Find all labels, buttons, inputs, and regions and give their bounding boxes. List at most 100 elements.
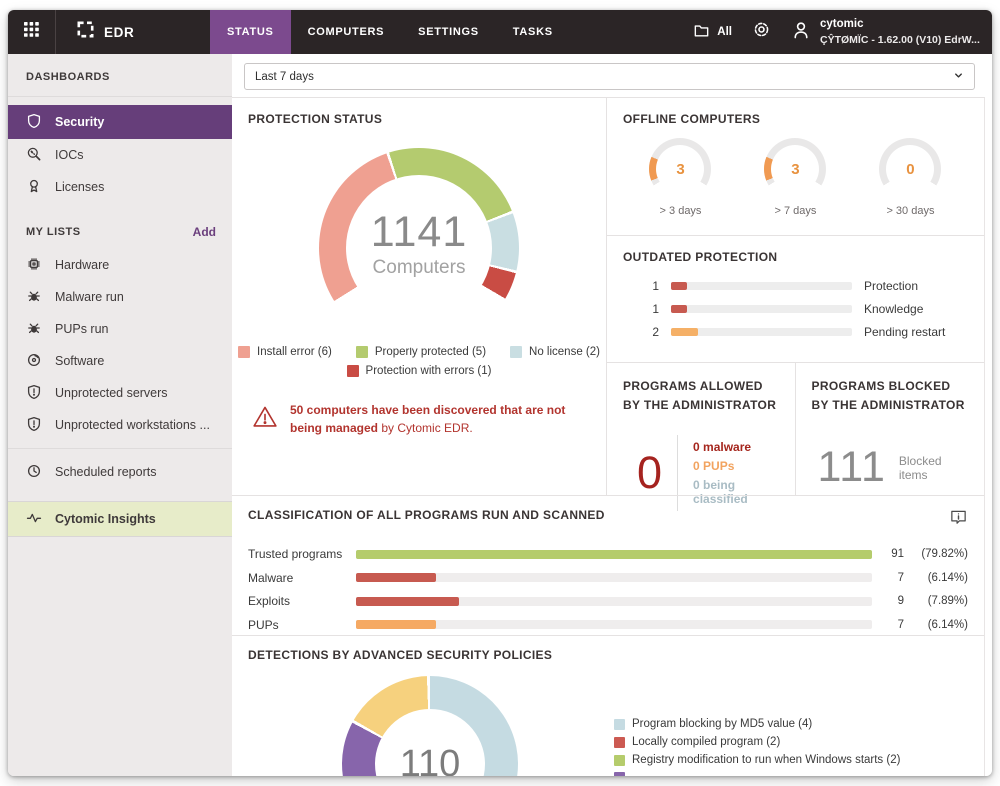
- panel-outdated-protection: OUTDATED PROTECTION 1 Protection 1 Knowl…: [607, 236, 984, 363]
- bar-row-pending-restart: 2 Pending restart: [652, 325, 946, 339]
- user-text: cytomic ÇŶTØMÏC - 1.62.00 (V10) EdrW...: [820, 17, 980, 47]
- detections-title: DETECTIONS BY ADVANCED SECURITY POLICIES: [248, 648, 553, 662]
- bar-row-trusted-programs: Trusted programs 91 (79.82%): [248, 547, 968, 561]
- shield-alert-icon: [26, 384, 42, 403]
- detections-donut-ring: 110: [342, 676, 518, 776]
- bar-row-malware: Malware 7 (6.14%): [248, 570, 968, 585]
- warning-triangle-icon: [252, 401, 278, 437]
- tab-computers[interactable]: COMPUTERS: [291, 10, 402, 54]
- legend-swatch: [346, 365, 359, 377]
- sidebar-item-scheduled-reports[interactable]: Scheduled reports: [8, 456, 232, 488]
- panel-programs-allowed: PROGRAMS ALLOWED BY THE ADMINISTRATOR 0 …: [607, 363, 796, 512]
- legend-item: Registry modification to run when Window…: [614, 754, 900, 766]
- app-window: EDR STATUS COMPUTERS SETTINGS TASKS All: [8, 10, 992, 776]
- protection-status-legend: Install error (6) Properly protected (5)…: [238, 346, 600, 377]
- edr-logo-icon: [76, 20, 95, 44]
- outdated-protection-title: OUTDATED PROTECTION: [623, 250, 778, 264]
- legend-swatch: [510, 346, 523, 358]
- search-virus-icon: [26, 146, 42, 165]
- sidebar-item-licenses[interactable]: Licenses: [8, 171, 232, 203]
- legend-swatch: [614, 754, 625, 766]
- folder-icon: [693, 22, 710, 42]
- product-logo[interactable]: EDR: [56, 10, 192, 54]
- user-menu[interactable]: cytomic ÇŶTØMÏC - 1.62.00 (V10) EdrW...: [791, 17, 980, 47]
- sidebar-item-unprotected-servers[interactable]: Unprotected servers: [8, 377, 232, 409]
- sidebar-item-software[interactable]: Software: [8, 345, 232, 377]
- legend-swatch: [614, 772, 625, 776]
- dashboards-heading: DASHBOARDS: [8, 54, 232, 97]
- panel-offline-computers: OFFLINE COMPUTERS 3 > 3 days 3 > 7 days …: [607, 98, 984, 236]
- legend-item: Program blocking by MD5 value (4): [614, 718, 900, 730]
- legend-swatch: [614, 736, 625, 748]
- blocked-count: 111: [817, 443, 886, 492]
- user-account-detail: ÇŶTØMÏC - 1.62.00 (V10) EdrW...: [820, 33, 980, 46]
- main-content: Last 7 days PROTECTION STATUS 1141 Compu…: [232, 54, 992, 776]
- offline-gauge-label: > 30 days: [886, 205, 935, 217]
- user-name: cytomic: [820, 18, 864, 31]
- allowed-pups: 0 PUPs: [693, 459, 735, 474]
- computers-label: Computers: [372, 257, 466, 279]
- programs-blocked-body: 111 Blocked items: [812, 443, 969, 492]
- top-right-group: All cytomic ÇŶTØMÏC - 1.62.00 (V10) EdrW…: [693, 10, 992, 54]
- sidebar-item-security[interactable]: Security: [8, 105, 232, 139]
- offline-count: 3: [676, 160, 685, 178]
- disc-icon: [26, 352, 42, 371]
- detections-legend: Program blocking by MD5 value (4) Locall…: [614, 718, 900, 776]
- bug-icon: [26, 320, 42, 339]
- sidebar-item-unprotected-workstations[interactable]: Unprotected workstations ...: [8, 409, 232, 441]
- product-name: EDR: [104, 24, 135, 40]
- bug-icon: [26, 288, 42, 307]
- sidebar-item-pups-run[interactable]: PUPs run: [8, 313, 232, 345]
- user-icon: [791, 20, 811, 45]
- apps-grid-button[interactable]: [8, 10, 56, 54]
- sidebar-item-hardware[interactable]: Hardware: [8, 249, 232, 281]
- panel-classification: CLASSIFICATION OF ALL PROGRAMS RUN AND S…: [232, 495, 984, 635]
- computers-count: 1141: [370, 208, 468, 256]
- panel-programs-blocked: PROGRAMS BLOCKED BY THE ADMINISTRATOR 11…: [796, 363, 985, 495]
- sidebar-item-iocs[interactable]: IOCs: [8, 139, 232, 171]
- legend-swatch: [614, 718, 625, 730]
- filter-bar: Last 7 days: [232, 54, 985, 97]
- info-bubble-icon[interactable]: [949, 508, 968, 532]
- offline-gauges: 3 > 3 days 3 > 7 days 0 > 30 days: [623, 138, 968, 217]
- offline-gauge-3days: 3 > 3 days: [623, 138, 738, 217]
- allowed-malware: 0 malware: [693, 440, 752, 455]
- protection-gauge-center: 1141 Computers: [319, 208, 519, 279]
- sidebar: DASHBOARDS Security IOCs Licenses MY LIS…: [8, 54, 232, 776]
- offline-gauge-label: > 3 days: [659, 205, 702, 217]
- bar-row-exploits: Exploits 9 (7.89%): [248, 594, 968, 608]
- classification-bars: Trusted programs 91 (79.82%) Malware 7 (…: [248, 547, 968, 632]
- panel-protection-status: PROTECTION STATUS 1141 Computers Install…: [232, 98, 607, 495]
- chip-icon: [26, 256, 42, 275]
- group-scope-selector[interactable]: All: [693, 22, 732, 42]
- detections-donut-hole: 110: [375, 709, 485, 776]
- tab-settings[interactable]: SETTINGS: [401, 10, 496, 54]
- pulse-icon: [26, 510, 42, 529]
- bar-row-knowledge: 1 Knowledge: [652, 302, 924, 316]
- award-icon: [26, 178, 42, 197]
- legend-swatch: [355, 346, 368, 358]
- shield-alert-icon: [26, 416, 42, 435]
- chevron-down-icon: [953, 70, 964, 84]
- shield-icon: [26, 113, 42, 132]
- sidebar-item-cytomic-insights[interactable]: Cytomic Insights: [8, 501, 232, 537]
- tab-status[interactable]: STATUS: [210, 10, 291, 54]
- allowed-count: 0: [637, 447, 663, 499]
- gear-icon[interactable]: [752, 20, 771, 44]
- offline-gauge-7days: 3 > 7 days: [738, 138, 853, 217]
- offline-gauge-label: > 7 days: [774, 205, 817, 217]
- detections-count: 110: [399, 742, 461, 777]
- time-range-value: Last 7 days: [255, 70, 314, 83]
- sidebar-item-malware-run[interactable]: Malware run: [8, 281, 232, 313]
- protection-status-title: PROTECTION STATUS: [248, 112, 383, 126]
- legend-item: Install error (6): [238, 346, 332, 358]
- time-range-select[interactable]: Last 7 days: [244, 63, 975, 90]
- classification-title: CLASSIFICATION OF ALL PROGRAMS RUN AND S…: [248, 508, 605, 522]
- tab-tasks[interactable]: TASKS: [496, 10, 570, 54]
- offline-count: 0: [906, 160, 915, 178]
- dashboard-content: PROTECTION STATUS 1141 Computers Install…: [232, 97, 985, 776]
- warning-text: 50 computers have been discovered that a…: [290, 403, 566, 435]
- add-list-link[interactable]: Add: [193, 225, 216, 239]
- blocked-items-label: Blocked items: [898, 453, 942, 482]
- legend-item: [614, 772, 900, 776]
